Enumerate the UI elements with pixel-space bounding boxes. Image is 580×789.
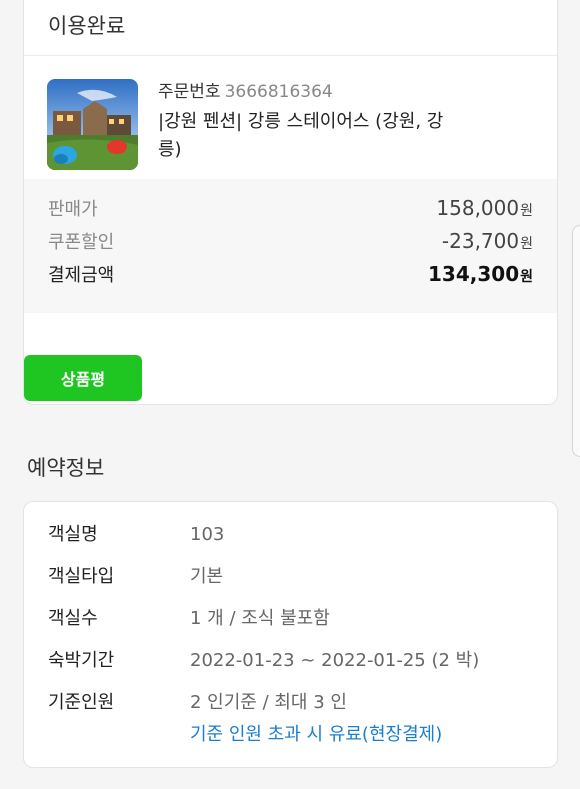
reservation-label: 객실수: [48, 608, 98, 629]
price-row-sale: 판매가 158,000원: [48, 195, 533, 228]
price-amount: 134,300원: [428, 262, 533, 286]
reservation-label: 기준인원: [48, 692, 115, 713]
order-card: 이용완료 주문번호 3666816364 |강원 펜션| 강릉 스테이어스 (강…: [23, 0, 558, 405]
reservation-row: 객실명 103: [24, 522, 557, 564]
product-thumbnail[interactable]: [47, 79, 138, 170]
price-row-coupon: 쿠폰할인 -23,700원: [48, 228, 533, 261]
order-detail-page: 이용완료 주문번호 3666816364 |강원 펜션| 강릉 스테이어스 (강…: [0, 0, 580, 789]
review-button[interactable]: 상품평: [24, 355, 142, 401]
order-number-label: 주문번호: [158, 82, 221, 102]
reservation-value: 기본: [190, 566, 224, 587]
extra-charge-note: 기준 인원 초과 시 유료(현장결제): [190, 724, 443, 745]
price-label: 판매가: [48, 199, 98, 220]
order-number-value: 3666816364: [224, 82, 333, 102]
product-row[interactable]: 주문번호 3666816364 |강원 펜션| 강릉 스테이어스 (강원, 강릉): [24, 56, 557, 179]
reservation-value: 1 개 / 조식 불포함: [190, 608, 330, 629]
status-title: 이용완료: [48, 14, 126, 38]
reservation-value: 2022-01-23 ~ 2022-01-25 (2 박): [190, 650, 480, 671]
price-amount: -23,700원: [441, 229, 533, 253]
reservation-value: 103: [190, 524, 225, 545]
reservation-row: 객실수 1 개 / 조식 불포함: [24, 606, 557, 648]
status-header: 이용완료: [24, 0, 557, 56]
scrollbar[interactable]: [572, 225, 580, 457]
price-label: 쿠폰할인: [48, 232, 115, 253]
reservation-label: 객실명: [48, 524, 98, 545]
order-number: 주문번호 3666816364: [158, 77, 333, 102]
price-amount: 158,000원: [436, 196, 533, 220]
reservation-row: 숙박기간 2022-01-23 ~ 2022-01-25 (2 박): [24, 648, 557, 690]
reservation-value: 2 인기준 / 최대 3 인: [190, 692, 347, 713]
reservation-row: 기준인원 2 인기준 / 최대 3 인 기준 인원 초과 시 유료(현장결제): [24, 690, 557, 748]
product-name[interactable]: |강원 펜션| 강릉 스테이어스 (강원, 강릉): [158, 108, 458, 164]
price-label: 결제금액: [48, 265, 115, 286]
reservation-label: 숙박기간: [48, 650, 115, 671]
reservation-label: 객실타입: [48, 566, 115, 587]
reservation-value-group: 2 인기준 / 최대 3 인 기준 인원 초과 시 유료(현장결제): [190, 690, 442, 748]
section-title-reservation: 예약정보: [27, 456, 105, 480]
price-row-total: 결제금액 134,300원: [48, 261, 533, 294]
reservation-row: 객실타입 기본: [24, 564, 557, 606]
price-summary: 판매가 158,000원 쿠폰할인 -23,700원 결제금액 134,300원: [24, 179, 557, 313]
reservation-card: 객실명 103 객실타입 기본 객실수 1 개 / 조식 불포함 숙박기간 20…: [23, 501, 558, 768]
